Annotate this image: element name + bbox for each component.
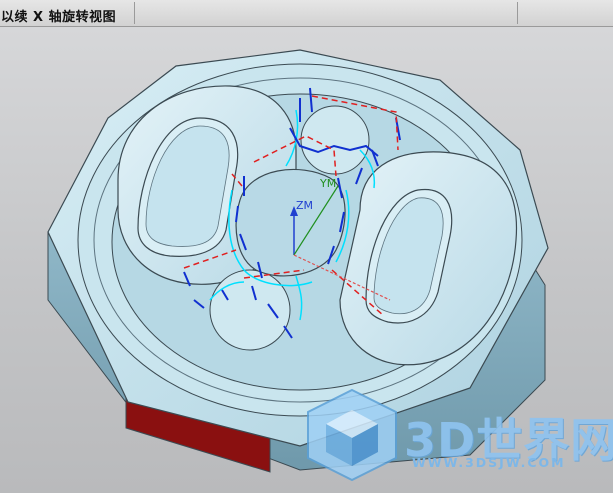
title-separator bbox=[517, 2, 518, 24]
lower-pocket bbox=[209, 269, 291, 351]
view-title: 以续 X 轴旋转视图 bbox=[1, 10, 117, 25]
title-separator bbox=[134, 2, 135, 24]
graphics-viewport[interactable]: ZM YM 3D世界网 WWW.3DSJW.COM bbox=[0, 27, 613, 493]
axis-label-ym: YM bbox=[320, 177, 337, 190]
view-title-bar: 以续 X 轴旋转视图 bbox=[0, 0, 613, 27]
axis-label-zm: ZM bbox=[296, 199, 314, 212]
watermark-url: WWW.3DSJW.COM bbox=[412, 455, 566, 470]
